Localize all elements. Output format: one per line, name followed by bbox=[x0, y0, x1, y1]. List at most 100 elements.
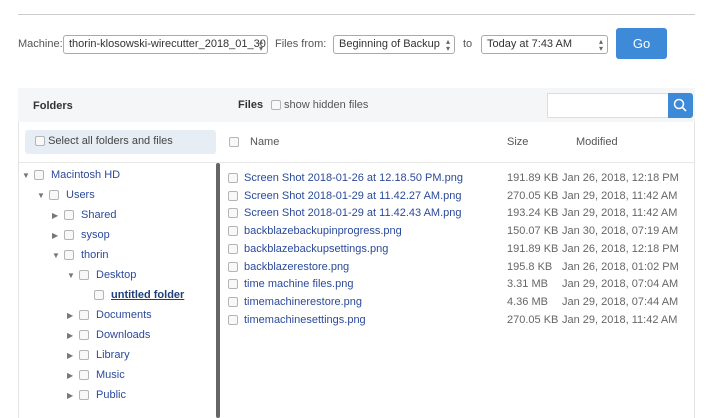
file-modified: Jan 26, 2018, 12:18 PM bbox=[562, 242, 679, 255]
folder-checkbox[interactable] bbox=[49, 190, 59, 201]
file-checkbox[interactable] bbox=[228, 243, 238, 254]
file-modified: Jan 26, 2018, 12:18 PM bbox=[562, 172, 679, 184]
folder-label[interactable]: Shared bbox=[81, 209, 116, 221]
file-name[interactable]: backblazerestore.png bbox=[244, 258, 349, 276]
folder-label[interactable]: Documents bbox=[96, 309, 152, 321]
file-checkbox[interactable] bbox=[228, 208, 238, 219]
select-all-button[interactable]: Select all folders and files bbox=[25, 130, 216, 154]
folder-label[interactable]: Library bbox=[96, 349, 130, 361]
caret-right-icon[interactable]: ▶ bbox=[67, 326, 79, 346]
tree-item[interactable]: ▶ Music bbox=[67, 365, 125, 385]
search-icon bbox=[673, 98, 687, 112]
caret-right-icon[interactable]: ▶ bbox=[67, 386, 79, 406]
tree-item[interactable]: ▶ Shared bbox=[52, 205, 116, 225]
caret-down-icon[interactable]: ▼ bbox=[52, 246, 64, 266]
tree-item[interactable]: ▶ Documents bbox=[67, 305, 152, 325]
file-row[interactable]: backblazebackupinprogress.png 150.07 KB Ja… bbox=[228, 222, 695, 240]
folder-label[interactable]: Downloads bbox=[96, 329, 150, 341]
file-modified: Jan 26, 2018, 01:02 PM bbox=[562, 260, 679, 273]
tree-item[interactable]: ▼ Users bbox=[37, 185, 95, 205]
machine-select[interactable]: thorin-klosowski-wirecutter_2018_01_30 ▴ ▾ bbox=[63, 35, 268, 54]
select-arrows-icon: ▴ ▾ bbox=[258, 37, 263, 53]
folder-checkbox[interactable] bbox=[64, 230, 74, 241]
folder-checkbox[interactable] bbox=[64, 250, 74, 261]
caret-right-icon[interactable]: ▶ bbox=[67, 366, 79, 386]
header-divider bbox=[18, 162, 695, 163]
file-checkbox[interactable] bbox=[228, 314, 238, 325]
file-name[interactable]: time machine files.png bbox=[244, 275, 353, 293]
search-input[interactable] bbox=[547, 93, 669, 118]
folder-checkbox[interactable] bbox=[79, 270, 89, 281]
folder-label[interactable]: Users bbox=[66, 189, 95, 201]
caret-right-icon[interactable]: ▶ bbox=[52, 206, 64, 226]
from-select[interactable]: Beginning of Backup ▴ ▾ bbox=[333, 35, 455, 54]
folder-label[interactable]: thorin bbox=[81, 249, 109, 261]
folder-checkbox[interactable] bbox=[79, 330, 89, 341]
caret-right-icon[interactable]: ▶ bbox=[52, 226, 64, 246]
folder-checkbox[interactable] bbox=[94, 290, 104, 301]
tree-item[interactable]: ▶ Library bbox=[67, 345, 130, 365]
files-heading: Files bbox=[238, 99, 264, 111]
file-row[interactable]: time machine files.png 3.31 MB Jan 29, 201… bbox=[228, 275, 695, 293]
file-name[interactable]: backblazebackupsettings.png bbox=[244, 240, 388, 258]
file-name[interactable]: backblazebackupinprogress.png bbox=[244, 222, 402, 240]
file-checkbox[interactable] bbox=[228, 296, 238, 307]
file-row[interactable]: backblazerestore.png 195.8 KB Jan 26, 2018… bbox=[228, 258, 695, 276]
folder-label[interactable]: Macintosh HD bbox=[51, 169, 120, 181]
file-checkbox[interactable] bbox=[228, 190, 238, 201]
to-select[interactable]: Today at 7:43 AM ▴ ▾ bbox=[481, 35, 608, 54]
tree-item[interactable]: ▶ sysop bbox=[52, 225, 110, 245]
folder-label[interactable]: Music bbox=[96, 369, 125, 381]
from-value: Beginning of Backup bbox=[339, 38, 440, 50]
file-modified: Jan 29, 2018, 07:04 AM bbox=[562, 278, 679, 291]
tree-item[interactable]: ▼ Desktop bbox=[67, 265, 136, 285]
file-row[interactable]: timemachinesettings.png 270.05 KB Jan 29, … bbox=[228, 311, 695, 329]
show-hidden-checkbox[interactable] bbox=[271, 100, 281, 110]
folder-checkbox[interactable] bbox=[79, 310, 89, 321]
file-row[interactable]: Screen Shot 2018-01-29 at 11.42.43 AM.pn… bbox=[228, 204, 695, 222]
file-name[interactable]: Screen Shot 2018-01-29 at 11.42.27 AM.pn… bbox=[244, 187, 462, 205]
folder-scrollbar[interactable] bbox=[216, 163, 220, 418]
file-checkbox[interactable] bbox=[228, 279, 238, 290]
folder-checkbox[interactable] bbox=[64, 210, 74, 221]
folder-label[interactable]: Public bbox=[96, 389, 126, 401]
folder-checkbox[interactable] bbox=[79, 350, 89, 361]
file-checkbox[interactable] bbox=[228, 173, 238, 184]
tree-item[interactable]: ▼ thorin bbox=[52, 245, 109, 265]
folder-checkbox[interactable] bbox=[79, 390, 89, 401]
tree-item[interactable]: ▶ Downloads bbox=[67, 325, 150, 345]
caret-down-icon[interactable]: ▼ bbox=[22, 166, 34, 186]
go-button[interactable]: Go bbox=[616, 28, 667, 59]
select-all-checkbox[interactable] bbox=[35, 136, 45, 147]
caret-down-icon[interactable]: ▼ bbox=[37, 186, 49, 206]
file-name[interactable]: Screen Shot 2018-01-29 at 11.42.43 AM.pn… bbox=[244, 204, 462, 222]
tree-item[interactable]: ▼ Macintosh HD bbox=[22, 165, 120, 185]
name-column-header[interactable]: Name bbox=[250, 136, 279, 148]
search-button[interactable] bbox=[668, 93, 693, 118]
file-row[interactable]: Screen Shot 2018-01-26 at 12.18.50 PM.pn… bbox=[228, 169, 695, 187]
modified-column-header[interactable]: Modified bbox=[576, 136, 618, 148]
folders-heading: Folders bbox=[33, 100, 73, 112]
caret-right-icon[interactable]: ▶ bbox=[67, 346, 79, 366]
file-name[interactable]: timemachinerestore.png bbox=[244, 293, 362, 311]
caret-right-icon[interactable]: ▶ bbox=[67, 306, 79, 326]
file-checkbox[interactable] bbox=[228, 261, 238, 272]
to-label: to bbox=[463, 38, 473, 50]
file-row[interactable]: timemachinerestore.png 4.36 MB Jan 29, 201… bbox=[228, 293, 695, 311]
folder-checkbox[interactable] bbox=[34, 170, 44, 181]
caret-down-icon[interactable]: ▼ bbox=[67, 266, 79, 286]
folder-label[interactable]: Desktop bbox=[96, 269, 136, 281]
folder-label[interactable]: untitled folder bbox=[111, 289, 184, 301]
file-row[interactable]: backblazebackupsettings.png 191.89 KB Jan … bbox=[228, 240, 695, 258]
file-size: 270.05 KB bbox=[507, 313, 559, 326]
select-all-files-checkbox[interactable] bbox=[229, 137, 239, 147]
file-name[interactable]: timemachinesettings.png bbox=[244, 311, 366, 329]
folder-label[interactable]: sysop bbox=[81, 229, 110, 241]
size-column-header[interactable]: Size bbox=[507, 136, 528, 148]
file-row[interactable]: Screen Shot 2018-01-29 at 11.42.27 AM.pn… bbox=[228, 187, 695, 205]
folder-checkbox[interactable] bbox=[79, 370, 89, 381]
file-checkbox[interactable] bbox=[228, 226, 238, 237]
file-name[interactable]: Screen Shot 2018-01-26 at 12.18.50 PM.pn… bbox=[244, 169, 463, 187]
tree-item[interactable]: ▶ Public bbox=[67, 385, 126, 405]
tree-item[interactable]: untitled folder bbox=[82, 285, 184, 305]
